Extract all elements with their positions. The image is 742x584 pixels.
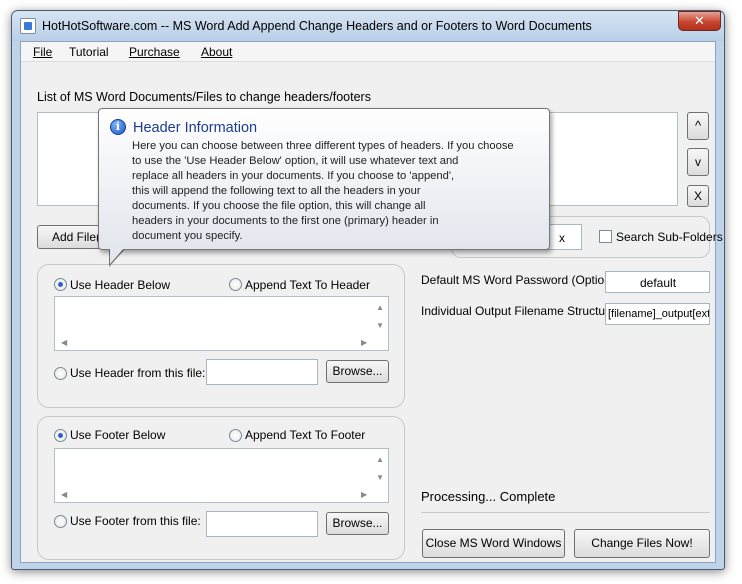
tooltip-line: headers in your documents to the first o… [132, 215, 439, 227]
append-header-radio[interactable] [229, 278, 242, 291]
footer-browse-button[interactable]: Browse... [326, 512, 389, 535]
output-filename-label: Individual Output Filename Structure [421, 304, 616, 318]
password-field[interactable]: default [605, 271, 710, 293]
use-header-below-radio[interactable] [54, 278, 67, 291]
status-text: Processing... Complete [421, 489, 556, 504]
app-icon [20, 18, 36, 34]
append-footer-label: Append Text To Footer [245, 428, 366, 442]
append-footer-radio[interactable] [229, 429, 242, 442]
file-list-label: List of MS Word Documents/Files to chang… [37, 90, 371, 104]
scroll-right-icon[interactable]: ▶ [361, 338, 367, 347]
header-file-field[interactable] [206, 359, 318, 385]
menu-tutorial[interactable]: Tutorial [69, 45, 109, 59]
scroll-down-icon[interactable]: ▼ [376, 321, 384, 330]
header-info-tooltip: i Header Information Here you can choose… [98, 108, 550, 250]
tooltip-line: documents. If you choose the file option… [132, 200, 426, 212]
use-footer-below-label: Use Footer Below [70, 428, 166, 442]
use-footer-file-radio[interactable] [54, 515, 67, 528]
menu-bar: File Tutorial Purchase About [21, 42, 715, 62]
use-header-file-radio[interactable] [54, 367, 67, 380]
tooltip-line: to use the 'Use Header Below' option, it… [132, 155, 459, 167]
tooltip-line: document you specify. [132, 230, 243, 242]
title-bar[interactable]: HotHotSoftware.com -- MS Word Add Append… [12, 11, 724, 41]
use-footer-file-label: Use Footer from this file: [70, 514, 201, 528]
scroll-left-icon[interactable]: ◀ [61, 338, 67, 347]
use-header-file-label: Use Header from this file: [70, 366, 206, 380]
menu-file[interactable]: File [33, 45, 52, 59]
divider [421, 512, 710, 513]
remove-file-button[interactable]: X [687, 185, 709, 207]
append-header-label: Append Text To Header [245, 278, 370, 292]
tooltip-body: Here you can choose between three differ… [132, 139, 544, 244]
move-down-button[interactable]: v [687, 148, 709, 176]
header-browse-button[interactable]: Browse... [326, 360, 389, 383]
window-title: HotHotSoftware.com -- MS Word Add Append… [42, 19, 592, 33]
tooltip-line: this will append the following text to a… [132, 185, 421, 197]
tooltip-title: Header Information [133, 120, 258, 136]
footer-group: Use Footer Below Append Text To Footer ▲… [37, 416, 405, 560]
close-word-windows-button[interactable]: Close MS Word Windows [422, 529, 565, 558]
search-subfolders-checkbox[interactable] [599, 230, 612, 243]
scroll-up-icon[interactable]: ▲ [376, 455, 384, 464]
header-text-area[interactable]: ▲ ▼ ◀ ▶ [54, 296, 389, 351]
close-button[interactable]: ✕ [678, 11, 721, 31]
app-window: HotHotSoftware.com -- MS Word Add Append… [11, 10, 725, 570]
change-files-button[interactable]: Change Files Now! [574, 529, 710, 558]
scroll-down-icon[interactable]: ▼ [376, 473, 384, 482]
footer-text-area[interactable]: ▲ ▼ ◀ ▶ [54, 448, 389, 503]
output-filename-field[interactable]: [filename]_output[ext [605, 303, 710, 325]
tooltip-tail-fill [110, 248, 124, 264]
menu-about[interactable]: About [201, 45, 232, 59]
use-footer-below-radio[interactable] [54, 429, 67, 442]
info-icon: i [110, 119, 126, 135]
move-up-button[interactable]: ^ [687, 112, 709, 140]
tooltip-line: replace all headers in your documents. I… [132, 170, 455, 182]
scroll-left-icon[interactable]: ◀ [61, 490, 67, 499]
menu-purchase[interactable]: Purchase [129, 45, 180, 59]
search-subfolders-label: Search Sub-Folders [616, 230, 723, 244]
password-label: Default MS Word Password (Optional) [421, 273, 625, 287]
tooltip-line: Here you can choose between three differ… [132, 140, 514, 152]
scroll-right-icon[interactable]: ▶ [361, 490, 367, 499]
scroll-up-icon[interactable]: ▲ [376, 303, 384, 312]
header-group: Use Header Below Append Text To Header ▲… [37, 264, 405, 408]
use-header-below-label: Use Header Below [70, 278, 171, 292]
footer-file-field[interactable] [206, 511, 318, 537]
